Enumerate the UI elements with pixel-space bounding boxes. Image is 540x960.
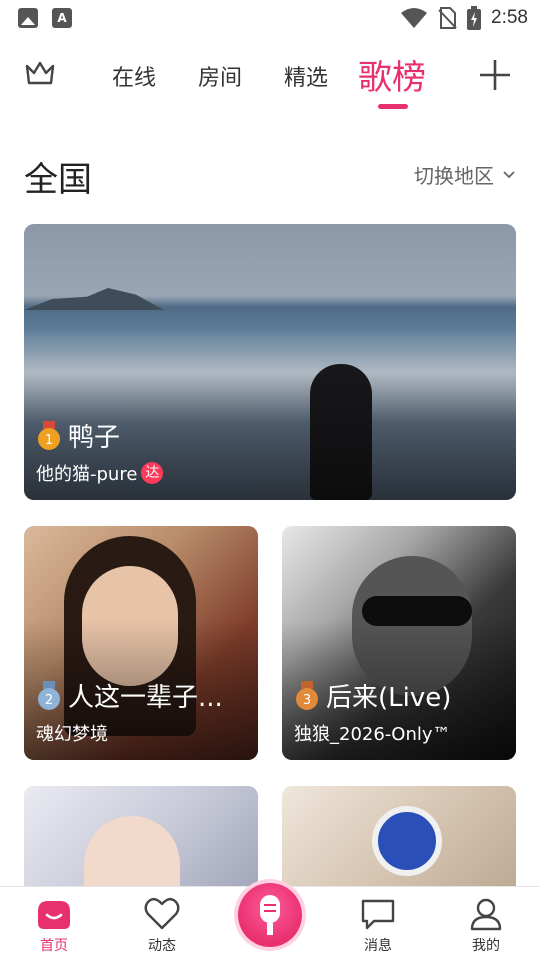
card-singer-name: 独狼_2026-Only™	[294, 724, 451, 745]
svg-text:3: 3	[303, 693, 311, 708]
heart-icon	[144, 897, 180, 930]
nav-profile-label: 我的	[472, 938, 500, 954]
tab-online[interactable]: 在线	[112, 60, 156, 92]
song-card-rank-2[interactable]: 2 人这一辈子... 魂幻梦境	[24, 526, 258, 760]
image-icon	[18, 8, 38, 28]
nav-home-label: 首页	[40, 938, 68, 954]
card-title-row: 2 人这一辈子...	[36, 677, 246, 714]
card-title-row: 1 鸭子	[36, 417, 504, 454]
sing-button[interactable]	[238, 883, 302, 947]
tab-rooms[interactable]: 房间	[198, 60, 242, 92]
nav-home[interactable]: 首页	[19, 897, 89, 955]
status-time: 2:58	[491, 7, 528, 28]
tab-featured[interactable]: 精选	[284, 60, 328, 92]
svg-text:1: 1	[45, 433, 53, 448]
card-singer-name: 他的猫-pure	[36, 464, 138, 485]
battery-charging-icon	[467, 6, 482, 30]
card-singer-row: 他的猫-pure 达	[36, 460, 504, 486]
region-switch-label: 切换地区	[414, 164, 494, 188]
tab-indicator	[378, 104, 408, 109]
bronze-medal-icon: 3	[296, 680, 318, 710]
svg-text:2: 2	[45, 693, 53, 708]
gold-medal-icon: 1	[38, 420, 60, 450]
card-singer-row: 独狼_2026-Only™	[294, 720, 504, 746]
microphone-icon	[260, 895, 280, 935]
tab-song-chart[interactable]: 歌榜	[358, 50, 426, 99]
card-singer-name: 魂幻梦境	[36, 724, 108, 745]
region-switch-button[interactable]: 切换地区	[414, 160, 516, 189]
card-info: 3 后来(Live) 独狼_2026-Only™	[294, 677, 504, 746]
bottom-nav: 首页 动态 消息 我的	[0, 883, 540, 960]
song-card-rank-3[interactable]: 3 后来(Live) 独狼_2026-Only™	[282, 526, 516, 760]
nav-profile[interactable]: 我的	[451, 897, 521, 955]
nav-messages[interactable]: 消息	[343, 897, 413, 955]
nav-feed-label: 动态	[148, 938, 176, 954]
top-nav: 在线 房间 精选 歌榜	[0, 40, 540, 116]
wifi-icon	[401, 8, 428, 28]
card-song-title: 鸭子	[68, 423, 121, 453]
card-photo-shore	[24, 288, 164, 310]
card-photo-astronaut	[372, 806, 442, 876]
no-sim-icon	[438, 7, 457, 29]
font-icon: A	[52, 8, 72, 28]
crown-icon[interactable]	[24, 58, 56, 88]
expert-badge: 达	[141, 462, 164, 484]
home-icon	[38, 901, 70, 929]
chevron-down-icon	[503, 170, 515, 178]
silver-medal-icon: 2	[38, 680, 60, 710]
profile-icon	[470, 898, 502, 931]
card-song-title: 后来(Live)	[326, 683, 452, 713]
status-left-icons: A	[18, 8, 72, 28]
song-card-rank-1[interactable]: 1 鸭子 他的猫-pure 达	[24, 224, 516, 500]
message-icon	[361, 899, 395, 930]
status-bar: A 2:58	[0, 0, 540, 36]
card-singer-row: 魂幻梦境	[36, 720, 246, 746]
section-title: 全国	[24, 160, 92, 200]
add-icon[interactable]	[478, 58, 512, 92]
nav-messages-label: 消息	[364, 938, 392, 954]
card-info: 2 人这一辈子... 魂幻梦境	[36, 677, 246, 746]
card-song-title: 人这一辈子...	[68, 683, 223, 713]
card-info: 1 鸭子 他的猫-pure 达	[36, 417, 504, 486]
status-right-icons: 2:58	[401, 6, 528, 30]
card-title-row: 3 后来(Live)	[294, 677, 504, 714]
nav-feed[interactable]: 动态	[127, 897, 197, 955]
